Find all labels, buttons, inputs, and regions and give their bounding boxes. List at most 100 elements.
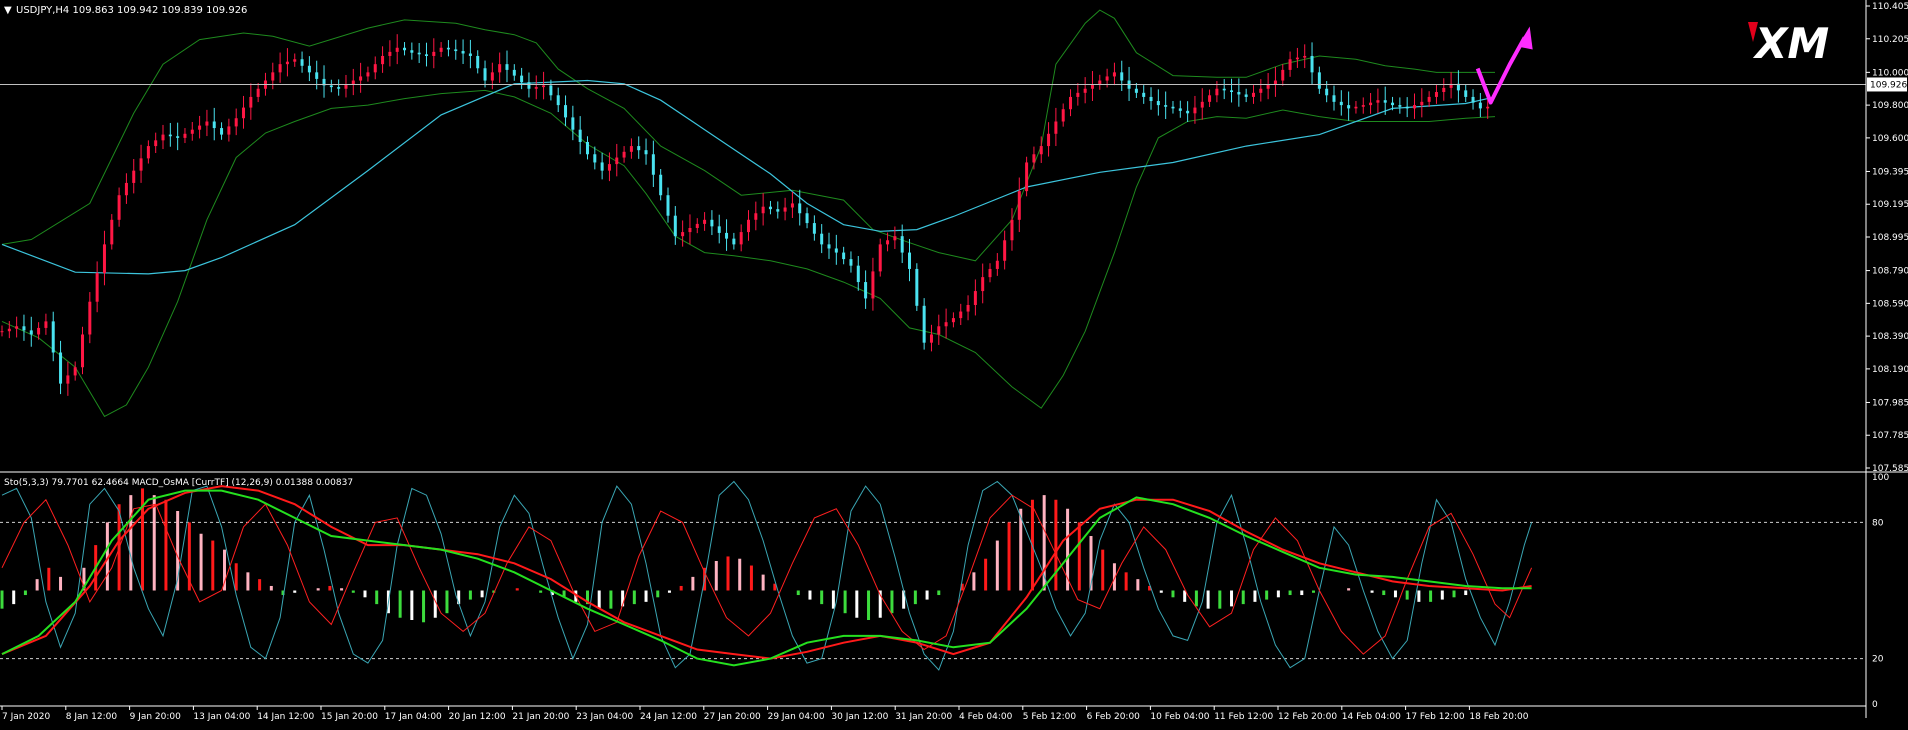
price-tick-label: 108.190 (1872, 365, 1908, 375)
candle-bear (1222, 88, 1226, 91)
candle-bull (395, 47, 399, 52)
price-tick-label: 107.785 (1872, 431, 1908, 441)
candle-bull (154, 140, 158, 147)
candle-bear (176, 136, 180, 138)
candle-bear (1398, 105, 1402, 107)
candle-bear (468, 53, 472, 56)
time-tick-label: 15 Jan 20:00 (321, 712, 378, 722)
candle-bull (937, 326, 941, 335)
candle-bull (344, 84, 348, 89)
candle-bear (1230, 90, 1234, 93)
candle-bull (373, 64, 377, 73)
candle-bear (659, 174, 663, 196)
candle-bull (1303, 55, 1307, 58)
candle-bull (695, 223, 699, 228)
trading-chart[interactable]: 110.405 110.205 110.000 109.800 109.600 109.3… (0, 0, 1908, 730)
oscillator-tick-label: 100 (1872, 473, 1889, 483)
candle-bull (432, 51, 436, 56)
candle-bull (878, 244, 882, 272)
candle-bear (776, 209, 780, 212)
candle-bull (1266, 84, 1270, 89)
candle-bull (1032, 154, 1036, 163)
candle-bull (81, 334, 85, 368)
candle-bull (146, 146, 150, 159)
candle-bull (1090, 84, 1094, 89)
candle-bull (886, 240, 890, 245)
time-tick-label: 29 Jan 04:00 (768, 712, 825, 722)
price-tick-label: 109.600 (1872, 134, 1908, 144)
candle-bear (732, 238, 736, 245)
candle-bull (110, 219, 114, 245)
candle-bull (205, 121, 209, 126)
candle-bull (1434, 92, 1438, 97)
candle-bear (673, 215, 677, 237)
candle-bear (637, 146, 641, 151)
time-tick-label: 5 Feb 12:00 (1023, 712, 1077, 722)
candle-bear (417, 52, 421, 55)
candle-bull (1208, 95, 1212, 102)
candle-bear (1332, 95, 1336, 102)
indicator-info: Sto(5,3,3) 79.7701 62.4664 MACD_OsMA [Cu… (4, 478, 353, 488)
time-tick-label: 12 Feb 20:00 (1278, 712, 1337, 722)
time-tick-label: 18 Feb 20:00 (1469, 712, 1528, 722)
candle-bull (285, 61, 289, 65)
candle-bull (790, 203, 794, 208)
candle-bear (717, 226, 721, 233)
candle-bull (1354, 106, 1358, 109)
candle-bear (1405, 106, 1409, 109)
candle-bull (607, 164, 611, 171)
candle-bear (454, 49, 458, 52)
candle-bull (161, 134, 165, 141)
candle-bull (761, 206, 765, 214)
candle-bull (988, 268, 992, 278)
candle-bear (512, 69, 516, 76)
candle-bull (995, 260, 999, 269)
candle-bull (1369, 102, 1373, 106)
time-tick-label: 27 Jan 20:00 (704, 712, 761, 722)
candle-bull (183, 133, 187, 138)
candle-bull (1025, 162, 1029, 192)
candle-bull (256, 88, 260, 97)
candle-bull (1105, 76, 1109, 81)
candle-bear (220, 128, 224, 135)
candle-bull (359, 76, 363, 81)
candle-bear (1237, 92, 1241, 95)
candle-bear (410, 50, 414, 53)
candle-bear (834, 248, 838, 253)
candle-bear (403, 47, 407, 51)
candle-bull (966, 304, 970, 312)
time-tick-label: 4 Feb 04:00 (959, 712, 1013, 722)
candle-bull (754, 213, 758, 220)
candle-bear (820, 233, 824, 245)
candle-bull (1069, 96, 1073, 110)
candle-bear (1120, 72, 1124, 81)
candle-bull (132, 170, 136, 183)
candle-bear (315, 72, 319, 79)
candle-bear (168, 134, 172, 137)
candle-bear (798, 203, 802, 214)
candle-bear (571, 117, 575, 130)
candle-bull (278, 64, 282, 73)
time-tick-label: 6 Feb 20:00 (1087, 712, 1141, 722)
candle-bull (1003, 240, 1007, 261)
candle-bear (520, 75, 524, 83)
candle-bear (768, 206, 772, 210)
candle-bull (1076, 92, 1080, 97)
candle-bull (1251, 92, 1255, 97)
candle-bull (1427, 96, 1431, 102)
time-tick-label: 21 Jan 20:00 (512, 712, 569, 722)
candle-bull (1281, 69, 1285, 81)
time-tick-label: 11 Feb 12:00 (1214, 712, 1273, 722)
candle-bear (527, 82, 531, 89)
candle-bear (725, 232, 729, 239)
price-tick-label: 109.195 (1872, 200, 1908, 210)
candle-bear (300, 59, 304, 66)
chart-title-triangle-icon[interactable]: ▼ (4, 5, 12, 16)
candle-bull (1054, 121, 1058, 134)
time-tick-label: 14 Feb 04:00 (1342, 712, 1401, 722)
candle-bull (1486, 106, 1490, 109)
candle-bear (51, 321, 55, 353)
candle-bull (242, 107, 246, 119)
candle-bull (1420, 101, 1424, 106)
candle-bear (337, 87, 341, 89)
